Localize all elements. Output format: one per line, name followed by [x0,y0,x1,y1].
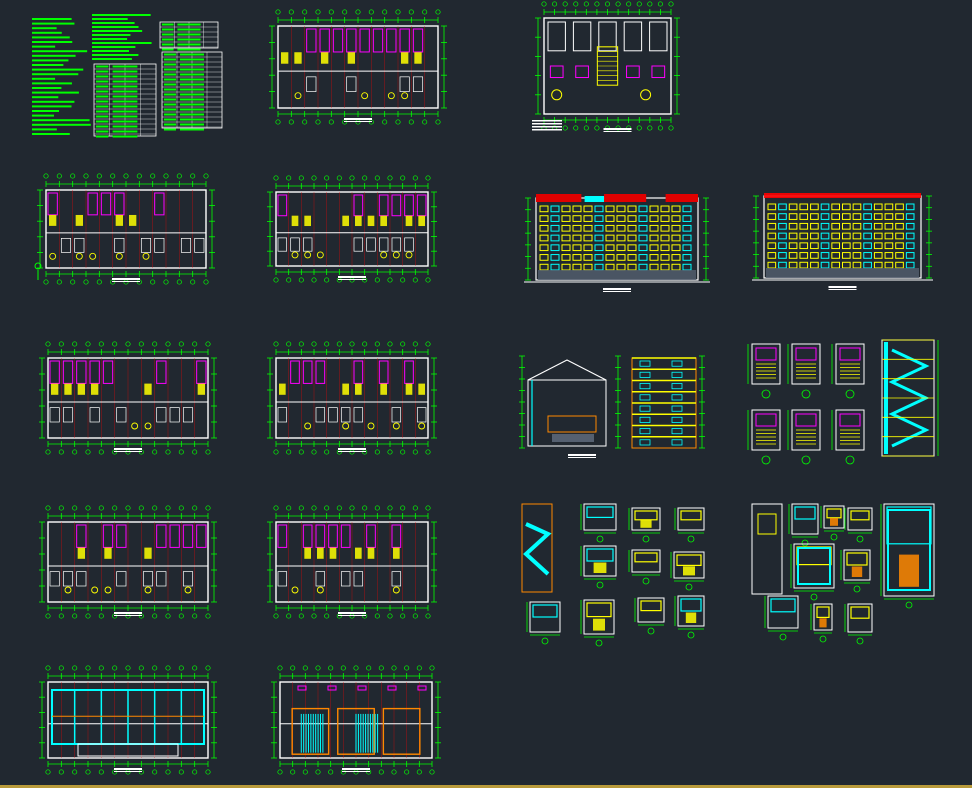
sheet-floor-plan-3[interactable] [39,341,217,455]
sheet-garage-plan[interactable] [271,665,441,775]
sheet-wall-details-a[interactable] [521,503,705,647]
sheet-south-elevation[interactable] [524,194,710,292]
sheet-floor-plan-2[interactable] [267,175,437,283]
sheet-north-elevation[interactable] [752,193,933,290]
sheet-wall-details-b[interactable] [751,503,935,645]
model-space-canvas[interactable] [0,0,972,788]
sheet-floor-plan-6[interactable] [267,505,437,619]
sheet-floor-plan-4[interactable] [267,341,437,455]
sheet-floor-plan-5[interactable] [39,505,217,619]
sheet-stair-details[interactable] [747,339,939,465]
sheet-design-notes[interactable] [32,14,223,138]
sheet-side-sections[interactable] [519,355,705,458]
sheet-foundation-plan[interactable] [39,665,217,775]
sheet-stair-unit-plan[interactable] [532,1,680,132]
sheet-floor-plan-1[interactable] [34,173,215,285]
sheet-roof-plan[interactable] [269,9,447,125]
